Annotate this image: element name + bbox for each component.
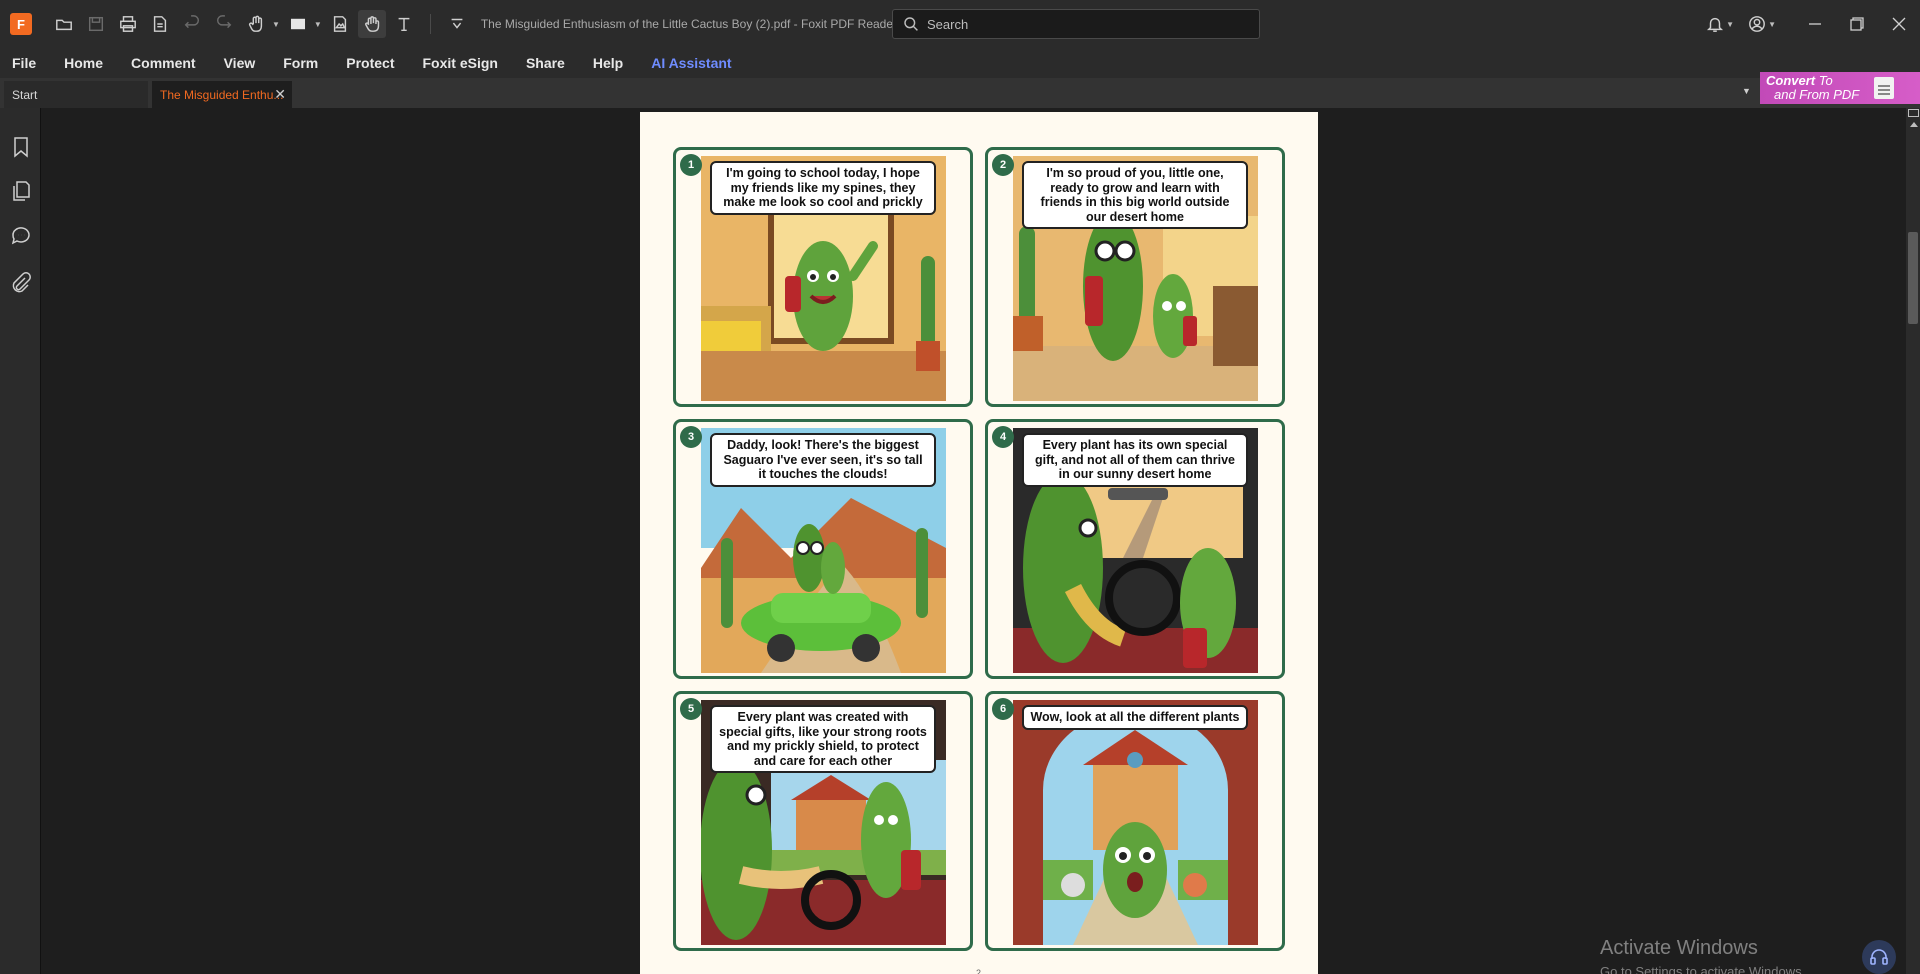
bookmark-icon[interactable] — [10, 136, 32, 158]
window-title: The Misguided Enthusiasm of the Little C… — [480, 17, 898, 31]
rectangle-dropdown-icon[interactable]: ▼ — [314, 20, 322, 29]
search-icon — [904, 17, 918, 31]
comic-panel-6: 6 Wow, look at all the different plants — [985, 691, 1285, 951]
speech-bubble: Every plant has its own special gift, an… — [1022, 433, 1248, 487]
account-icon[interactable] — [1744, 10, 1770, 38]
scroll-up-arrow-icon[interactable] — [1910, 122, 1918, 127]
tab-bar: Start The Misguided Enthu... ✕ ▼ — [0, 78, 1920, 108]
insert-image-icon[interactable] — [326, 10, 354, 38]
account-dropdown-icon[interactable]: ▼ — [1768, 20, 1776, 29]
minimize-icon[interactable] — [1794, 0, 1836, 48]
hand-icon[interactable] — [357, 10, 386, 38]
left-nav-panel — [0, 108, 40, 974]
comic-panel-1: 1 I'm going to school today, I hope my f… — [673, 147, 973, 407]
panel-illustration — [1013, 700, 1258, 945]
quick-access-toolbar: ▼ ▼ — [50, 10, 471, 38]
comments-icon[interactable] — [10, 224, 32, 246]
panel-number: 2 — [992, 154, 1014, 176]
tab-start[interactable]: Start — [4, 81, 148, 108]
speech-bubble: I'm going to school today, I hope my fri… — [710, 161, 936, 215]
menu-help[interactable]: Help — [593, 55, 623, 71]
comic-panel-4: 4 Every plant has its own special gift, … — [985, 419, 1285, 679]
watermark-subtitle: Go to Settings to activate Windows. — [1600, 964, 1806, 974]
toolbar-separator — [429, 14, 431, 34]
text-select-icon[interactable] — [390, 10, 418, 38]
panel-number: 5 — [680, 698, 702, 720]
menu-bar: File Home Comment View Form Protect Foxi… — [0, 48, 1920, 78]
speech-bubble: Daddy, look! There's the biggest Saguaro… — [710, 433, 936, 487]
speech-bubble: Every plant was created with special gif… — [710, 705, 936, 773]
comic-panel-3: 3 Daddy, look! There's the biggest Sagua… — [673, 419, 973, 679]
tab-document[interactable]: The Misguided Enthu... ✕ — [152, 81, 292, 108]
panel-number: 4 — [992, 426, 1014, 448]
foxit-logo[interactable]: F — [10, 13, 32, 35]
save-icon[interactable] — [82, 10, 110, 38]
bell-icon[interactable] — [1702, 10, 1728, 38]
watermark-title: Activate Windows — [1600, 937, 1758, 959]
close-icon[interactable] — [1878, 0, 1920, 48]
menu-home[interactable]: Home — [64, 55, 103, 71]
ai-assistant-float-button[interactable] — [1862, 940, 1896, 974]
title-bar: F ▼ ▼ The Misguided Enthusiasm of the Li… — [0, 0, 1920, 48]
restore-icon[interactable] — [1836, 0, 1878, 48]
undo-icon[interactable] — [178, 10, 206, 38]
comic-panel-2: 2 I'm so proud of you, little one, ready… — [985, 147, 1285, 407]
attachment-icon[interactable] — [10, 272, 32, 294]
speech-bubble: I'm so proud of you, little one, ready t… — [1022, 161, 1248, 229]
convert-subtitle: and From PDF — [1774, 87, 1860, 102]
convert-title: Convert — [1766, 73, 1816, 88]
tab-label: The Misguided Enthu... — [160, 87, 284, 102]
scrollbar-thumb[interactable] — [1908, 232, 1918, 324]
quick-access-dropdown-icon[interactable] — [443, 10, 471, 38]
tab-list-dropdown-icon[interactable]: ▼ — [1742, 86, 1751, 96]
pdf-doc-icon — [1874, 77, 1894, 99]
activate-windows-watermark: Activate Windows Go to Settings to activ… — [1600, 937, 1805, 974]
headset-icon — [1870, 949, 1888, 965]
foxit-window: F ▼ ▼ The Misguided Enthusiasm of the Li… — [0, 0, 1920, 974]
tab-label: Start — [12, 87, 38, 102]
title-bar-right: ▼ ▼ — [1702, 0, 1920, 48]
panel-number: 1 — [680, 154, 702, 176]
menu-share[interactable]: Share — [526, 55, 565, 71]
page-number-label: 2 — [976, 968, 982, 974]
speech-bubble: Wow, look at all the different plants — [1022, 705, 1248, 730]
convert-title-suffix: To — [1815, 73, 1833, 88]
convert-pdf-banner[interactable]: Convert To and From PDF — [1760, 72, 1920, 104]
redo-icon[interactable] — [210, 10, 238, 38]
select-hand-icon[interactable] — [242, 10, 270, 38]
split-view-icon[interactable] — [1906, 108, 1920, 118]
pages-icon[interactable] — [10, 180, 32, 202]
comic-panel-5: 5 Every plant was created with special g… — [673, 691, 973, 951]
menu-form[interactable]: Form — [283, 55, 318, 71]
menu-protect[interactable]: Protect — [346, 55, 394, 71]
open-folder-icon[interactable] — [50, 10, 78, 38]
print-icon[interactable] — [114, 10, 142, 38]
select-dropdown-icon[interactable]: ▼ — [272, 20, 280, 29]
menu-file[interactable]: File — [12, 55, 36, 71]
notification-dropdown-icon[interactable]: ▼ — [1726, 20, 1734, 29]
menu-view[interactable]: View — [224, 55, 256, 71]
pdf-page: 1 I'm going to school today, I hope my f… — [640, 112, 1318, 974]
properties-icon[interactable] — [146, 10, 174, 38]
menu-foxit-esign[interactable]: Foxit eSign — [422, 55, 497, 71]
menu-comment[interactable]: Comment — [131, 55, 196, 71]
search-input[interactable] — [927, 16, 1227, 32]
panel-number: 3 — [680, 426, 702, 448]
search-box[interactable] — [892, 9, 1260, 39]
rectangle-icon[interactable] — [284, 10, 312, 38]
tab-close-icon[interactable]: ✕ — [274, 86, 286, 103]
panel-number: 6 — [992, 698, 1014, 720]
menu-ai-assistant[interactable]: AI Assistant — [651, 55, 731, 71]
